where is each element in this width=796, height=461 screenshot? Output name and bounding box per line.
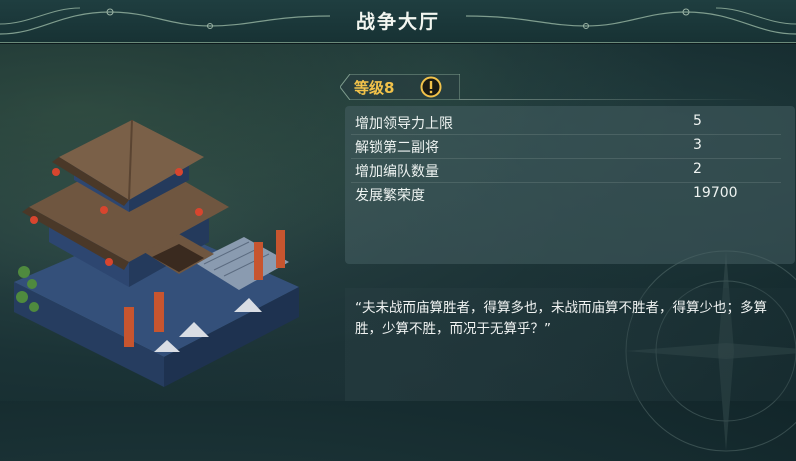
stat-row: 解锁第二副将 3 <box>345 135 775 157</box>
stat-row: 增加编队数量 2 <box>345 159 775 181</box>
stat-value: 5 <box>693 113 702 129</box>
stat-row: 增加领导力上限 5 <box>345 111 775 133</box>
stat-label: 发展繁荣度 <box>355 188 425 204</box>
level-label: 等级8 <box>354 79 395 97</box>
stat-value: 2 <box>693 161 702 177</box>
level-header: 等级8 <box>340 74 460 100</box>
stat-value: 3 <box>693 137 702 153</box>
quote-text: “夫未战而庙算胜者，得算多也，未战而庙算不胜者，得算少也；多算胜，少算不胜，而况… <box>355 300 767 337</box>
level-divider <box>460 99 760 100</box>
stat-label: 解锁第二副将 <box>355 140 439 156</box>
warning-icon[interactable] <box>420 76 442 98</box>
title-bar: 战争大厅 <box>0 0 796 43</box>
stat-label: 增加编队数量 <box>355 164 439 180</box>
quote-panel: “夫未战而庙算胜者，得算多也，未战而庙算不胜者，得算少也；多算胜，少算不胜，而况… <box>345 288 796 401</box>
stat-label: 增加领导力上限 <box>355 116 453 132</box>
page-title: 战争大厅 <box>355 11 440 33</box>
war-hall-building[interactable] <box>4 112 304 402</box>
stats-panel: 增加领导力上限 5 解锁第二副将 3 增加编队数量 2 发展繁荣度 19700 <box>345 106 795 264</box>
stat-value: 19700 <box>693 185 738 201</box>
stat-row: 发展繁荣度 19700 <box>345 183 775 205</box>
